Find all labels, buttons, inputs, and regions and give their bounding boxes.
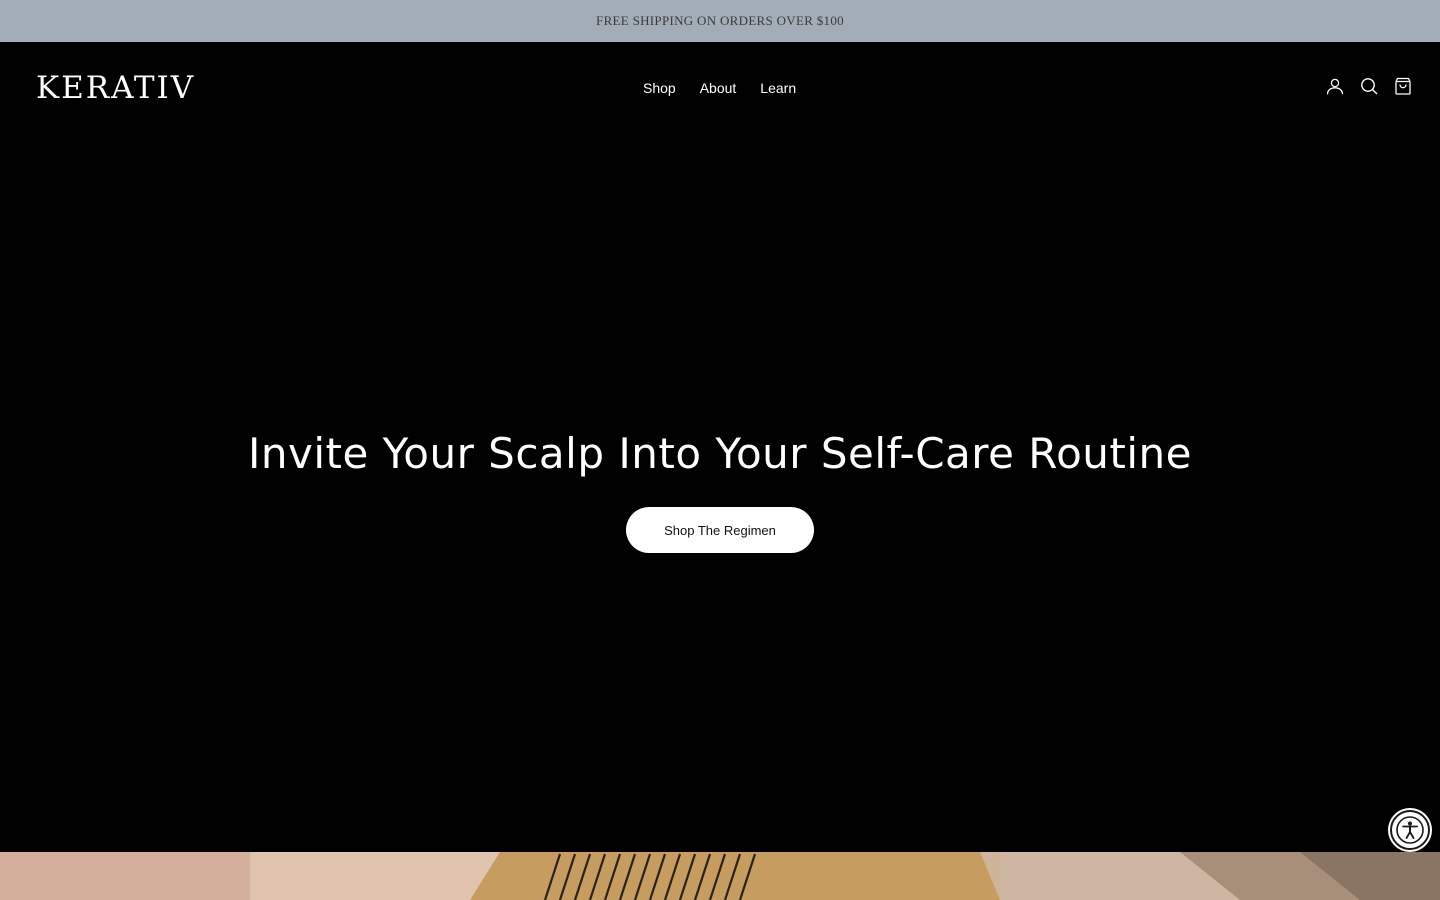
shop-regimen-button[interactable]: Shop The Regimen [626, 507, 814, 553]
main-nav: Shop About Learn [643, 78, 796, 98]
accessibility-icon [1396, 816, 1424, 844]
site-logo[interactable]: KERATIV [36, 70, 195, 106]
hero-title: Invite Your Scalp Into Your Self-Care Ro… [247, 429, 1193, 478]
hero-image [0, 852, 1440, 900]
cart-icon[interactable] [1394, 77, 1412, 95]
account-icon[interactable] [1326, 77, 1344, 95]
nav-item-about[interactable]: About [700, 78, 737, 98]
announcement-bar: FREE SHIPPING ON ORDERS OVER $100 [0, 0, 1440, 42]
hero-section: Invite Your Scalp Into Your Self-Care Ro… [0, 134, 1440, 852]
site-header: KERATIV Shop About Learn [0, 42, 1440, 134]
header-actions [1326, 77, 1412, 95]
accessibility-button[interactable] [1390, 810, 1430, 850]
nav-item-shop[interactable]: Shop [643, 78, 676, 98]
nav-item-learn[interactable]: Learn [760, 78, 796, 98]
announcement-text: FREE SHIPPING ON ORDERS OVER $100 [596, 13, 844, 28]
search-icon[interactable] [1360, 77, 1378, 95]
